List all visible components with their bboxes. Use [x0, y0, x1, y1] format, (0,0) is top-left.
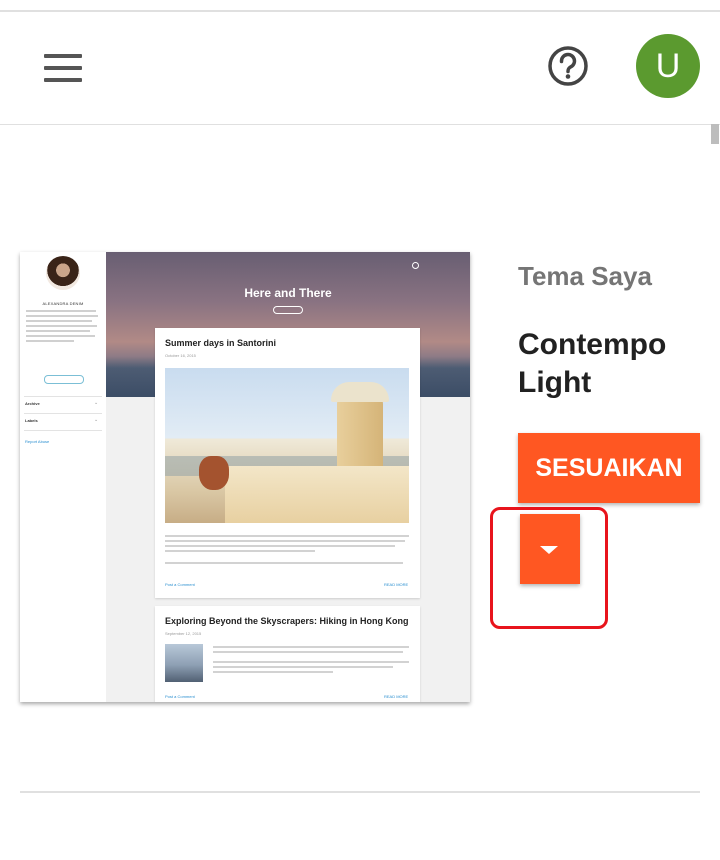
report-abuse-link: Report Abuse [25, 439, 50, 444]
post-card: Exploring Beyond the Skyscrapers: Hiking… [155, 606, 420, 702]
read-more-link: READ MORE [384, 694, 409, 699]
theme-name: Contempo Light [518, 328, 667, 399]
post-comment-link: Post a Comment [165, 694, 195, 699]
post-date: October 16, 2015 [165, 353, 196, 358]
user-avatar[interactable]: U [636, 34, 700, 98]
chevron-down-icon: ⌄ [94, 417, 99, 423]
highlight-annotation [490, 507, 608, 629]
theme-preview-thumbnail[interactable]: ALEXANDRA DENIM Archive ⌄ Labels ⌄ Repor… [20, 252, 470, 702]
post-text-line [165, 535, 409, 537]
sidebar-divider [24, 413, 102, 414]
post-text-line [165, 562, 403, 564]
post-text-line [213, 646, 409, 648]
author-name: ALEXANDRA DENIM [42, 301, 84, 306]
sidebar-item-labels: Labels [25, 418, 38, 423]
author-bio-lines [26, 310, 100, 360]
subscribe-button [273, 306, 303, 314]
post-text-line [213, 666, 393, 668]
scrollbar-thumb[interactable] [711, 124, 719, 144]
sidebar-divider [24, 396, 102, 397]
read-more-link: READ MORE [384, 582, 409, 587]
sidebar-item-archive: Archive [25, 401, 40, 406]
customize-button[interactable]: SESUAIKAN [518, 433, 700, 503]
blog-title: Here and There [244, 286, 332, 300]
app-bar: U [0, 12, 720, 125]
post-text-line [213, 651, 403, 653]
sidebar-divider [24, 430, 102, 431]
post-card: Summer days in Santorini October 16, 201… [155, 328, 420, 598]
bottom-divider [20, 791, 700, 793]
preview-sidebar: ALEXANDRA DENIM Archive ⌄ Labels ⌄ Repor… [20, 252, 106, 702]
post-text-line [213, 671, 333, 673]
post-title: Summer days in Santorini [165, 338, 277, 348]
post-text-line [165, 540, 405, 542]
hamburger-menu-icon[interactable] [44, 54, 84, 84]
post-thumbnail [165, 644, 203, 682]
chevron-down-icon: ⌄ [94, 400, 99, 406]
post-title: Exploring Beyond the Skyscrapers: Hiking… [165, 616, 409, 626]
visit-profile-button [44, 375, 84, 384]
section-label: Tema Saya [518, 261, 652, 291]
post-comment-link: Post a Comment [165, 582, 195, 587]
post-text-line [213, 661, 409, 663]
post-photo [165, 368, 409, 523]
help-circle-icon[interactable] [546, 44, 590, 88]
search-icon [412, 262, 419, 269]
post-date: September 12, 2015 [165, 631, 202, 636]
author-avatar [46, 256, 80, 290]
post-text-line [165, 550, 315, 552]
post-text-line [165, 545, 395, 547]
